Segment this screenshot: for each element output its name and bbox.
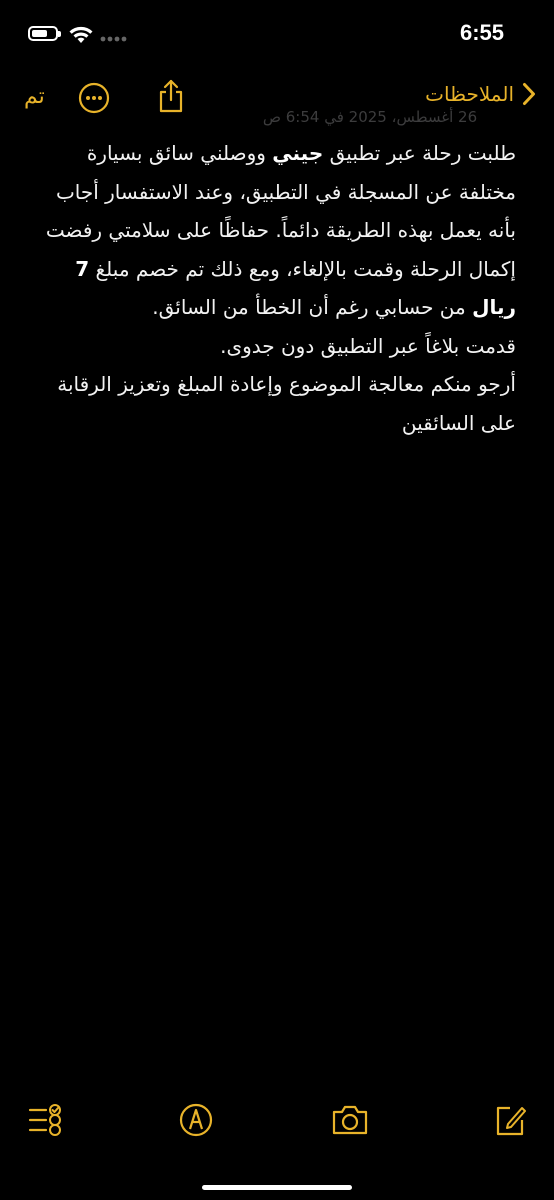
status-bar: 6:55	[0, 0, 554, 70]
camera-icon	[332, 1105, 368, 1135]
note-paragraph-3: أرجو منكم معالجة الموضوع وإعادة المبلغ و…	[57, 372, 516, 435]
back-label: الملاحظات	[425, 82, 514, 106]
note-paragraph-1: طلبت رحلة عبر تطبيق جيني ووصلني سائق بسي…	[28, 134, 516, 327]
wifi-icon	[69, 26, 93, 43]
home-indicator	[202, 1185, 352, 1190]
compose-button[interactable]	[490, 1098, 530, 1142]
note-date: 26 أغسطس، 2025 في 6:54 ص	[262, 108, 478, 126]
back-button[interactable]: الملاحظات	[425, 82, 536, 106]
note-text: طلبت رحلة عبر تطبيق	[323, 141, 516, 165]
compose-icon	[496, 1106, 526, 1136]
more-button[interactable]	[78, 82, 110, 114]
share-button[interactable]	[156, 78, 186, 114]
camera-button[interactable]	[330, 1098, 370, 1142]
app-name-bold: جيني	[272, 141, 324, 165]
note-paragraph-2: قدمت بلاغاً عبر التطبيق دون جدوى.	[220, 333, 516, 358]
checklist-button[interactable]	[24, 1098, 64, 1142]
note-text: من حسابي رغم أن الخطأ من السائق.	[152, 295, 473, 319]
status-time: 6:55	[459, 20, 504, 45]
done-button[interactable]: تم	[24, 84, 45, 109]
note-body[interactable]: طلبت رحلة عبر تطبيق جيني ووصلني سائق بسي…	[28, 134, 516, 442]
checklist-icon	[28, 1104, 61, 1136]
battery-icon	[28, 26, 61, 41]
markup-pen-icon	[179, 1103, 213, 1137]
cellular-signal-icon	[100, 36, 127, 42]
ellipsis-circle-icon	[78, 82, 110, 114]
bottom-toolbar	[0, 1098, 554, 1146]
share-icon	[159, 79, 183, 113]
battery-level-fill	[32, 30, 48, 37]
battery-tip	[58, 31, 61, 37]
markup-button[interactable]	[176, 1098, 216, 1142]
chevron-right-icon	[523, 83, 535, 105]
